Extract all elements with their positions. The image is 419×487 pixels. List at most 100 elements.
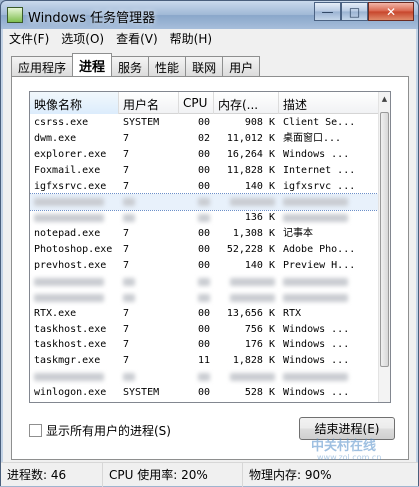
process-row[interactable] [30,193,381,212]
redacted-text [198,198,210,207]
process-cpu-cell [179,194,214,210]
process-user-cell: 7 [123,148,130,160]
process-cpu-cell: 00 [197,323,210,335]
tab-services[interactable]: 服务 [111,56,150,76]
redacted-text [198,373,210,382]
process-cpu-cell: 00 [197,244,210,256]
redacted-text [283,214,348,223]
process-name-cell [30,290,119,306]
process-cpu-cell: 00 [197,117,210,128]
tab-performance[interactable]: 性能 [148,56,187,76]
column-description[interactable]: 描述 [279,92,380,114]
process-name-cell [30,369,119,385]
process-user-cell [119,194,179,210]
redacted-text [198,277,210,286]
menu-options[interactable]: 选项(O) [61,30,104,47]
process-row[interactable]: taskhost.exe 7 00 176 K Windows ... [30,337,380,353]
process-user-cell: SYSTEM [123,117,160,128]
process-cpu-cell: 00 [197,387,210,399]
vertical-scrollbar[interactable]: ▲ [378,92,390,402]
process-desc-cell: Client Se... [283,117,356,128]
maximize-button[interactable]: □ [341,2,368,21]
redacted-text [283,198,348,207]
client-area: 应用程序 进程 服务 性能 联网 用户 映像名称 用户名 CPU 内存(... … [3,48,416,462]
process-row[interactable]: 136 K [30,210,380,226]
task-manager-icon [7,7,23,23]
process-name-cell: explorer.exe [34,148,107,160]
process-name-cell: RTX.exe [34,307,77,319]
process-row[interactable]: igfxsrvc.exe 7 00 140 K igfxsrvc ... [30,179,380,195]
show-all-processes[interactable]: 显示所有用户的进程(S) [29,422,171,439]
scroll-thumb[interactable] [380,112,389,367]
process-mem-cell: 1,308 K [232,228,275,240]
process-desc-cell: Adobe Pho... [283,244,356,256]
tab-applications[interactable]: 应用程序 [11,56,74,76]
process-row[interactable] [30,290,380,306]
process-row[interactable]: taskmgr.exe 7 11 1,828 K Windows ... [30,353,380,369]
title-bar[interactable]: Windows 任务管理器 — □ ✕ [1,1,418,29]
process-user-cell: 7 [123,260,130,272]
redacted-text [283,293,348,302]
process-row[interactable] [30,274,380,290]
process-user-cell: 7 [123,244,130,256]
process-mem-cell: 756 K [244,323,275,335]
status-bar: 进程数: 46 CPU 使用率: 20% 物理内存: 90% [1,462,418,487]
process-row[interactable]: notepad.exe 7 00 1,308 K 记事本 [30,226,380,242]
process-desc-cell [279,274,367,290]
column-memory[interactable]: 内存(... [214,92,279,114]
tab-processes[interactable]: 进程 [72,53,113,76]
process-cpu-cell [179,274,214,290]
process-mem-cell: 136 K [244,212,275,224]
menu-file[interactable]: 文件(F) [9,30,49,47]
redacted-text [283,373,348,382]
column-header-row: 映像名称 用户名 CPU 内存(... 描述 [30,92,380,114]
process-row[interactable]: taskhost.exe 7 00 756 K Windows ... [30,322,380,338]
close-button[interactable]: ✕ [368,2,414,21]
tab-networking[interactable]: 联网 [185,56,224,76]
process-name-cell: Foxmail.exe [34,164,101,176]
show-all-checkbox[interactable] [29,424,42,437]
process-desc-cell: Windows ... [283,323,350,335]
redacted-text [34,373,104,382]
process-desc-cell: Windows ... [283,355,350,367]
tab-users[interactable]: 用户 [222,56,261,76]
process-row[interactable]: wlcomm.exe7006,708 KWindows L... [30,401,380,402]
redacted-text [123,198,135,207]
process-mem-cell [214,290,279,306]
process-user-cell: 7 [123,180,130,192]
process-desc-cell [279,194,367,210]
status-process-count: 进程数: 46 [1,462,103,487]
process-row[interactable] [30,369,380,385]
process-row[interactable]: prevhost.exe 7 00 140 K Preview H... [30,258,380,274]
process-row[interactable]: Photoshop.exe 7 00 52,228 K Adobe Pho... [30,242,380,258]
process-row[interactable]: winlogon.exe SYSTEM 00 528 K Windows ... [30,385,380,401]
process-mem-cell: 176 K [244,339,275,351]
process-row[interactable]: explorer.exe 7 00 16,264 K Windows ... [30,147,380,163]
menu-view[interactable]: 查看(V) [116,30,158,47]
column-user-name[interactable]: 用户名 [119,92,179,114]
redacted-text [230,373,275,382]
process-row[interactable]: RTX.exe 7 00 13,656 K RTX [30,306,380,322]
process-cpu-cell: 02 [197,132,210,144]
process-cpu-cell: 00 [197,228,210,240]
process-row[interactable]: Foxmail.exe 7 00 11,828 K Internet ... [30,163,380,179]
process-name-cell: igfxsrvc.exe [34,180,107,192]
process-name-cell: wlcomm.exe [30,401,119,402]
column-cpu[interactable]: CPU [179,92,214,114]
process-rows: csrss.exe SYSTEM 00 908 K Client Se... dwm.ex… [30,115,381,402]
column-image-name[interactable]: 映像名称 [30,92,119,114]
redacted-text [34,214,104,223]
process-list[interactable]: 映像名称 用户名 CPU 内存(... 描述 csrss.exe SYSTEM 00… [29,91,391,403]
show-all-label: 显示所有用户的进程(S) [46,424,171,438]
process-row[interactable]: csrss.exe SYSTEM 00 908 K Client Se... [30,115,380,131]
process-desc-cell: Windows ... [283,148,350,160]
minimize-button[interactable]: — [314,2,341,21]
status-cpu-usage: CPU 使用率: 20% [103,462,243,487]
process-cpu-cell [179,290,214,306]
process-name-cell: taskhost.exe [34,323,107,335]
scroll-up-arrow-icon[interactable]: ▲ [379,92,390,106]
menu-help[interactable]: 帮助(H) [170,30,212,47]
process-user-cell: 7 [123,355,130,367]
processes-panel: 映像名称 用户名 CPU 内存(... 描述 csrss.exe SYSTEM 00… [11,76,409,460]
process-row[interactable]: dwm.exe 7 02 11,012 K 桌面窗口... [30,131,380,147]
